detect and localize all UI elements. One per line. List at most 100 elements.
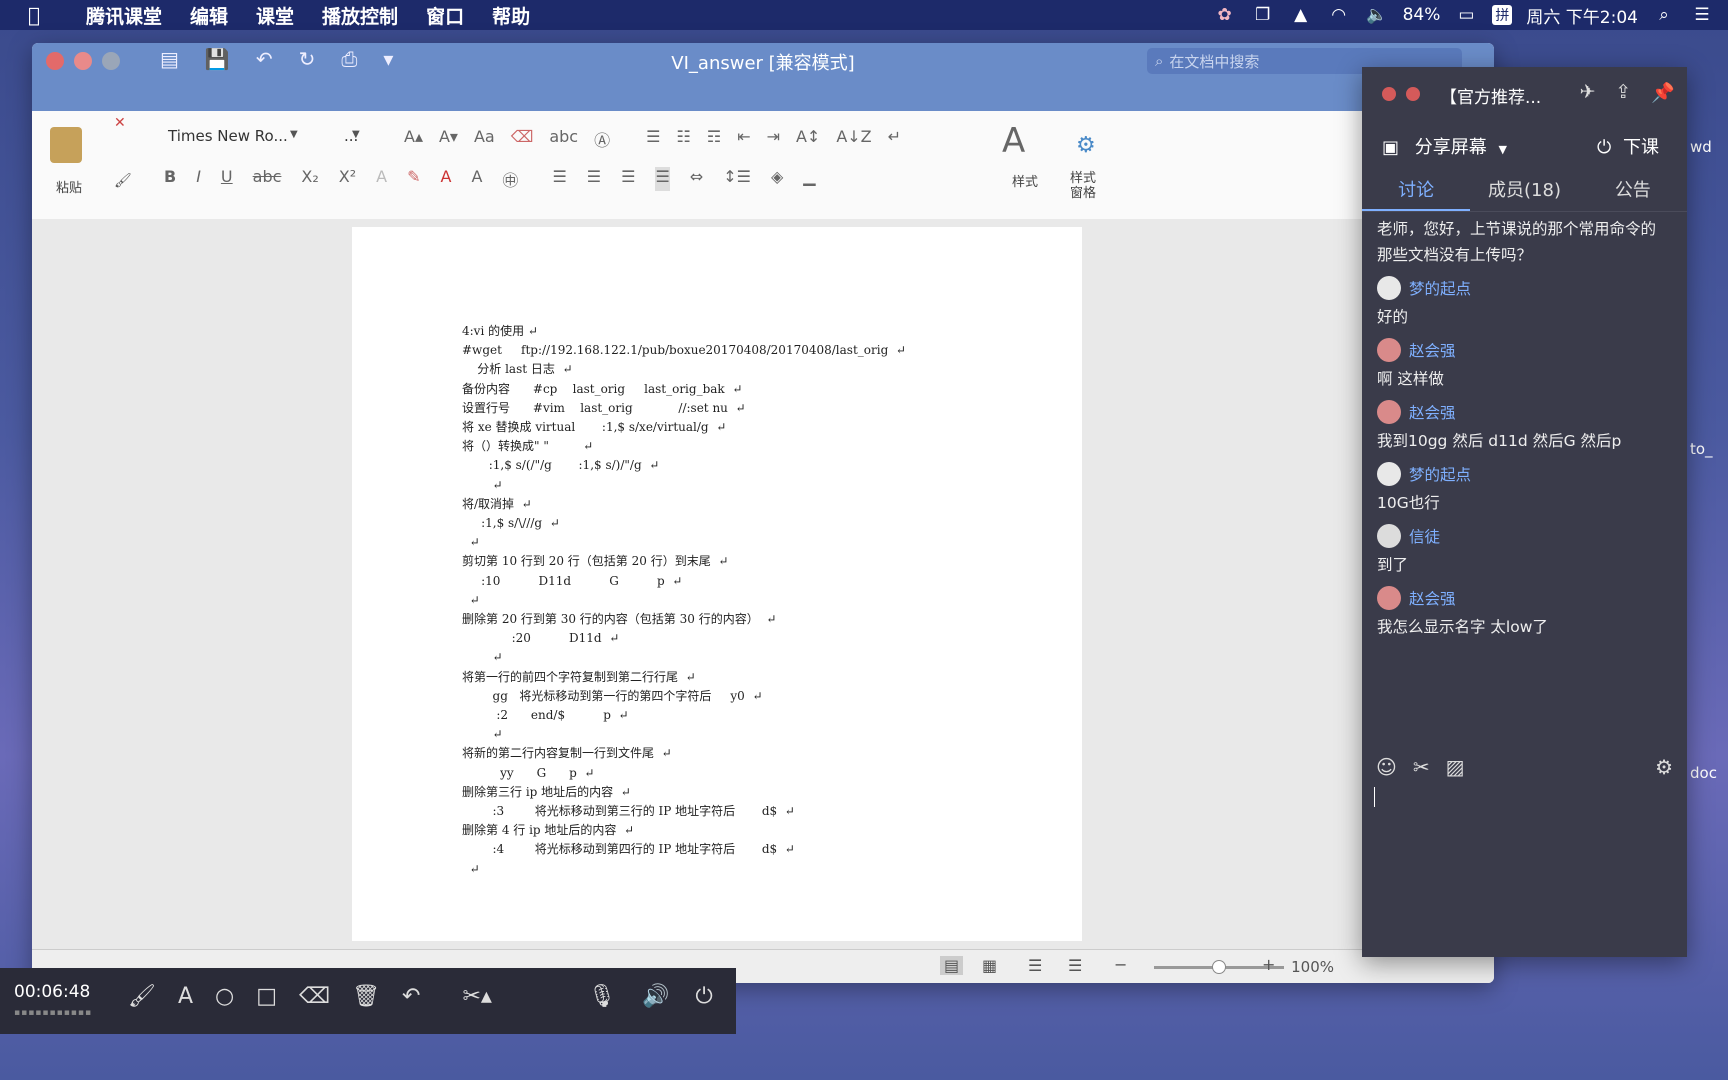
char-border-icon[interactable]: Ⓐ	[594, 127, 610, 151]
document-line[interactable]: :1,$ s/\///g ↵	[462, 514, 906, 533]
menubar-clock[interactable]: 周六 下午2:04	[1526, 3, 1638, 28]
menu-tencent-classroom[interactable]: 腾讯课堂	[86, 2, 162, 29]
distribute-icon[interactable]: ⇔	[690, 167, 703, 191]
change-case-icon[interactable]: Aa	[474, 127, 495, 151]
gear-icon[interactable]: ⚙	[1655, 755, 1673, 779]
document-line[interactable]: :1,$ s/(/"/g :1,$ s/)/"/g ↵	[462, 456, 906, 475]
size-dropdown-icon[interactable]: ▼	[352, 129, 360, 140]
document-line[interactable]: #wget ftp://192.168.122.1/pub/boxue20170…	[462, 341, 906, 360]
tab-members[interactable]: 成员(18)	[1470, 171, 1578, 211]
document-line[interactable]: 删除第 4 行 ip 地址后的内容 ↵	[462, 821, 906, 840]
view-web-icon[interactable]: ▦	[982, 956, 997, 975]
flower-icon[interactable]: ✿	[1213, 5, 1237, 25]
multilevel-icon[interactable]: ☶	[707, 127, 721, 151]
subscript-icon[interactable]: X₂	[301, 167, 318, 191]
styles-label[interactable]: 样式	[1012, 171, 1038, 190]
undo-icon[interactable]: ↶	[402, 984, 420, 1009]
document-line[interactable]: 设置行号 #vim last_orig //:set nu ↵	[462, 399, 906, 418]
document-body[interactable]: 4:vi 的使用 ↵ #wget ftp://192.168.122.1/pub/…	[462, 322, 906, 879]
chat-input[interactable]	[1374, 787, 1375, 807]
document-line[interactable]: 将新的第二行内容复制一行到文件尾 ↵	[462, 744, 906, 763]
chat-close-button[interactable]	[1382, 87, 1396, 101]
paste-label[interactable]: 粘贴	[56, 177, 82, 196]
window-icon[interactable]: ❐	[1251, 5, 1275, 25]
message-sender[interactable]: 赵会强	[1377, 400, 1671, 424]
document-line[interactable]: 删除第三行 ip 地址后的内容 ↵	[462, 783, 906, 802]
zoom-in-icon[interactable]: +	[1262, 955, 1275, 974]
menu-help[interactable]: 帮助	[492, 2, 530, 29]
document-line[interactable]: ↵	[462, 725, 906, 744]
menu-window[interactable]: 窗口	[426, 2, 464, 29]
list-icon[interactable]: ☰	[1690, 5, 1714, 25]
avatar[interactable]	[1377, 462, 1401, 486]
document-line[interactable]: 将（）转换成" " ↵	[462, 437, 906, 456]
line-spacing-icon[interactable]: ↕☰	[723, 167, 751, 191]
speaker-icon[interactable]: 🔊	[642, 984, 669, 1009]
message-sender[interactable]: 赵会强	[1377, 586, 1671, 610]
format-painter-icon[interactable]: 🖌	[114, 173, 132, 189]
document-line[interactable]: ↵	[462, 533, 906, 552]
document-line[interactable]: :4 将光标移动到第四行的 IP 地址字符后 d$ ↵	[462, 840, 906, 859]
document-line[interactable]: ↵	[462, 591, 906, 610]
underline-icon[interactable]: U	[221, 167, 233, 191]
zoom-slider-knob[interactable]	[1212, 960, 1226, 974]
enclosed-char-icon[interactable]: ㊥	[502, 167, 518, 191]
apple-icon[interactable]: 	[28, 3, 58, 27]
text-tool-icon[interactable]: A	[178, 984, 193, 1009]
document-line[interactable]: 4:vi 的使用 ↵	[462, 322, 906, 341]
input-method[interactable]: 拼	[1492, 5, 1513, 25]
align-right-icon[interactable]: ☰	[621, 167, 635, 191]
document-line[interactable]: 将/取消掉 ↵	[462, 495, 906, 514]
message-sender[interactable]: 梦的起点	[1377, 462, 1671, 486]
document-page[interactable]: 4:vi 的使用 ↵ #wget ftp://192.168.122.1/pub/…	[352, 227, 1082, 941]
end-class-button[interactable]: ⏻ 下课	[1597, 133, 1659, 159]
document-line[interactable]: ↵	[462, 476, 906, 495]
phonetic-icon[interactable]: abc	[549, 127, 578, 151]
pin-icon[interactable]: 📌	[1651, 81, 1675, 104]
align-left-icon[interactable]: ☰	[552, 167, 566, 191]
avatar[interactable]	[1377, 586, 1401, 610]
clear-format-icon[interactable]: ⌫	[511, 127, 534, 151]
increase-indent-icon[interactable]: ⇥	[767, 127, 780, 151]
chat-minimize-button[interactable]	[1406, 87, 1420, 101]
paste-icon[interactable]	[50, 127, 82, 163]
text-effects-icon[interactable]: A	[376, 167, 387, 191]
volume-icon[interactable]: 🔈	[1365, 5, 1389, 25]
view-draft-icon[interactable]: ☰	[1068, 956, 1082, 975]
decrease-indent-icon[interactable]: ⇤	[737, 127, 750, 151]
message-sender[interactable]: 梦的起点	[1377, 276, 1671, 300]
font-name-select[interactable]: Times New Ro...	[168, 127, 308, 151]
document-line[interactable]: yy G p ↵	[462, 764, 906, 783]
message-list[interactable]: 老师，您好，上节课说的那个常用命令的那些文档没有上传吗？ 梦的起点 好的 赵会强啊 这…	[1362, 212, 1687, 640]
avatar[interactable]	[1377, 338, 1401, 362]
document-line[interactable]: :2 end/$ p ↵	[462, 706, 906, 725]
document-line[interactable]: :10 D11d G p ↵	[462, 572, 906, 591]
rectangle-tool-icon[interactable]: □	[256, 984, 277, 1009]
avatar[interactable]	[1377, 400, 1401, 424]
font-dropdown-icon[interactable]: ▼	[290, 129, 298, 140]
borders-icon[interactable]: ▁	[803, 167, 815, 191]
wifi-icon[interactable]: ◠	[1327, 5, 1351, 25]
text-direction-icon[interactable]: A↕	[796, 127, 820, 151]
view-outline-icon[interactable]: ☰	[1028, 956, 1042, 975]
strikethrough-icon[interactable]: abc	[253, 167, 282, 191]
pointer-tool-icon[interactable]: ✂▴	[462, 984, 491, 1009]
highlight-icon[interactable]: ✎	[407, 167, 420, 191]
styles-icon[interactable]: A	[1002, 121, 1025, 161]
zoom-out-icon[interactable]: −	[1114, 955, 1127, 974]
justify-icon[interactable]: ☰	[655, 167, 670, 191]
microphone-icon[interactable]: 🎙	[588, 984, 616, 1009]
menu-classroom[interactable]: 课堂	[256, 2, 294, 29]
document-line[interactable]: :3 将光标移动到第三行的 IP 地址字符后 d$ ↵	[462, 802, 906, 821]
image-icon[interactable]: ▨	[1446, 755, 1465, 779]
grow-font-icon[interactable]: A▴	[404, 127, 423, 151]
zoom-level[interactable]: 100%	[1291, 958, 1334, 976]
search-icon[interactable]: ⌕	[1652, 5, 1676, 25]
message-sender[interactable]: 信徒	[1377, 524, 1671, 548]
tab-discussion[interactable]: 讨论	[1362, 171, 1471, 211]
cut-icon[interactable]: ✕	[114, 115, 126, 131]
menu-playback[interactable]: 播放控制	[322, 2, 398, 29]
italic-icon[interactable]: I	[196, 167, 201, 191]
font-color-icon[interactable]: A	[441, 167, 452, 191]
bullets-icon[interactable]: ☰	[646, 127, 660, 151]
